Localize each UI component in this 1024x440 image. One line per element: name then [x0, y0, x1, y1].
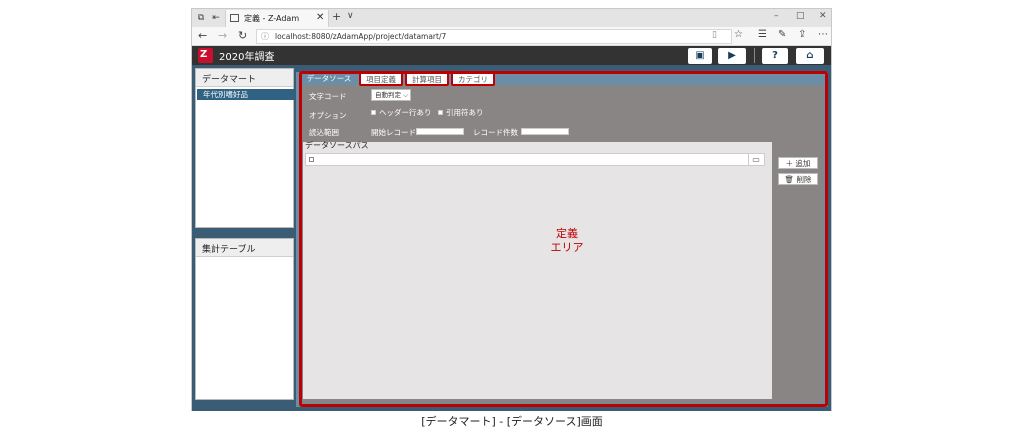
run-button[interactable]: ▶	[718, 48, 746, 64]
reading-view-icon[interactable]: ▯	[712, 30, 717, 40]
header-divider	[754, 48, 755, 63]
browser-tab-strip: ⧉ ⇤ 定義 - Z-Adam ✕ + ∨ – □ ✕	[192, 9, 831, 27]
tab-list-chevron-icon[interactable]: ∨	[347, 11, 354, 21]
browser-nav-bar: ← → ↻ ⓘ localhost:8080/zAdamApp/project/…	[192, 27, 831, 46]
aggregate-table-panel: 集計テーブル	[195, 238, 294, 400]
site-info-icon[interactable]: ⓘ	[261, 31, 269, 42]
tab-category-highlight	[451, 72, 495, 86]
aggregate-panel-title: 集計テーブル	[202, 245, 256, 255]
browser-tab[interactable]: 定義 - Z-Adam ✕	[225, 10, 329, 27]
tab-actions-icon[interactable]: ⧉	[195, 12, 207, 24]
close-tab-icon[interactable]: ✕	[316, 12, 324, 23]
minimize-button[interactable]: –	[774, 11, 779, 21]
favorite-star-icon[interactable]: ☆	[734, 29, 743, 40]
share-icon[interactable]: ⇪	[798, 29, 806, 40]
page-favicon-icon	[230, 14, 239, 22]
url-text[interactable]: localhost:8080/zAdamApp/project/datamart…	[275, 32, 446, 41]
datamart-panel: データマート 年代別嗜好品	[195, 68, 294, 228]
question-icon: ?	[772, 50, 778, 61]
datamart-list-item[interactable]: 年代別嗜好品	[197, 89, 294, 100]
back-icon[interactable]: ←	[198, 29, 207, 42]
app-header: Z 2020年調査 ▣ ▶ ? ⌂	[192, 46, 831, 65]
browser-tab-title: 定義 - Z-Adam	[244, 14, 300, 23]
datamart-panel-header: データマート	[196, 69, 293, 87]
pen-icon[interactable]: ✎	[778, 29, 786, 40]
tab-calculated-highlight	[405, 72, 449, 86]
definition-area-highlight	[299, 71, 828, 407]
definition-area: データソース 項目定義 計算項目 カテゴリ 文字コード 自動判定 ⌵ オプション…	[296, 71, 828, 407]
address-bar[interactable]: ⓘ localhost:8080/zAdamApp/project/datama…	[256, 29, 732, 44]
save-button[interactable]: ▣	[688, 48, 712, 64]
play-icon: ▶	[728, 50, 736, 61]
home-button[interactable]: ⌂	[796, 48, 824, 64]
forward-icon[interactable]: →	[218, 29, 227, 42]
browser-window: ⧉ ⇤ 定義 - Z-Adam ✕ + ∨ – □ ✕ ← → ↻ ⓘ loca…	[191, 8, 832, 411]
datamart-panel-title: データマート	[202, 75, 257, 85]
tab-item-definition-highlight	[359, 72, 403, 86]
project-title: 2020年調査	[219, 52, 275, 63]
close-window-button[interactable]: ✕	[819, 11, 827, 21]
tab-aside-icon[interactable]: ⇤	[210, 12, 222, 24]
aggregate-panel-header: 集計テーブル	[196, 239, 293, 257]
floppy-disk-icon: ▣	[695, 50, 705, 61]
more-icon[interactable]: ⋯	[818, 29, 828, 40]
new-tab-button[interactable]: +	[332, 10, 341, 23]
figure-caption: [データマート] - [データソース]画面	[421, 415, 603, 428]
app-logo-icon: Z	[198, 48, 213, 63]
maximize-button[interactable]: □	[796, 11, 805, 21]
reading-list-icon[interactable]: ☰	[758, 29, 767, 40]
app-body: データマート 年代別嗜好品 集計テーブル データソース 項目定義 計算項目 カテ…	[192, 65, 831, 411]
help-button[interactable]: ?	[762, 48, 788, 64]
refresh-icon[interactable]: ↻	[238, 29, 247, 42]
home-icon: ⌂	[806, 50, 814, 61]
